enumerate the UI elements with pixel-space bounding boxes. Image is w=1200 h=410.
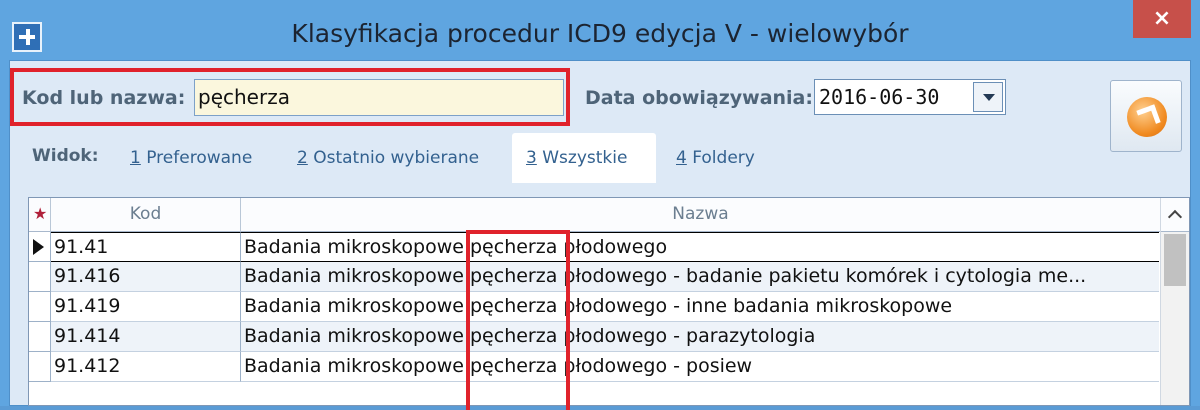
close-button[interactable]: ×	[1133, 0, 1191, 38]
favorites-column-header[interactable]: ★	[29, 198, 51, 232]
row-indicator	[29, 322, 51, 352]
tab-label: Ostatnio wybierane	[307, 148, 480, 168]
results-grid: ★ Kod Nazwa 91.41 Badania mikroskopowe p…	[28, 197, 1190, 406]
title-bar: Klasyfikacja procedur ICD9 edycja V - wi…	[0, 0, 1200, 58]
window-title: Klasyfikacja procedur ICD9 edycja V - wi…	[291, 19, 909, 48]
vertical-scrollbar[interactable]	[1160, 198, 1189, 405]
chevron-down-icon[interactable]	[973, 82, 1003, 112]
orange-arrow-icon	[1127, 97, 1167, 137]
row-indicator	[29, 232, 51, 262]
chevron-up-icon[interactable]	[1161, 198, 1189, 232]
table-row[interactable]: 91.41 Badania mikroskopowe pęcherza płod…	[29, 232, 1159, 262]
date-select[interactable]: 2016-06-30	[814, 79, 1006, 115]
table-row[interactable]: 91.412 Badania mikroskopowe pęcherza pło…	[29, 352, 1159, 382]
search-label: Kod lub nazwa:	[22, 87, 186, 109]
tab-wszystkie[interactable]: 3 Wszystkie	[512, 133, 656, 183]
cell-nazwa: Badania mikroskopowe pęcherza płodowego …	[241, 322, 1159, 352]
column-header-nazwa[interactable]: Nazwa	[241, 198, 1160, 232]
tab-foldery[interactable]: 4 Foldery	[676, 133, 755, 183]
tab-label: Wszystkie	[536, 148, 628, 168]
keyword-highlight-frame	[466, 230, 570, 410]
view-label: Widok:	[32, 146, 99, 166]
tab-label: Preferowane	[140, 148, 253, 168]
tab-key: 2	[297, 148, 308, 168]
table-row[interactable]: 91.416 Badania mikroskopowe pęcherza pło…	[29, 262, 1159, 292]
cell-nazwa: Badania mikroskopowe pęcherza płodowego …	[241, 292, 1159, 322]
cell-nazwa: Badania mikroskopowe pęcherza płodowego …	[241, 352, 1159, 382]
cell-kod: 91.416	[51, 262, 241, 292]
row-indicator	[29, 292, 51, 322]
scroll-thumb[interactable]	[1164, 234, 1186, 286]
row-pointer-icon	[33, 239, 44, 255]
table-row[interactable]: 91.414 Badania mikroskopowe pęcherza pło…	[29, 322, 1159, 352]
tab-key: 4	[676, 148, 687, 168]
action-button[interactable]	[1110, 80, 1182, 152]
tab-ostatnio-wybierane[interactable]: 2 Ostatnio wybierane	[297, 133, 479, 183]
cell-kod: 91.419	[51, 292, 241, 322]
dialog-window: Klasyfikacja procedur ICD9 edycja V - wi…	[0, 0, 1200, 410]
cell-kod: 91.412	[51, 352, 241, 382]
search-input[interactable]: pęcherza	[194, 79, 564, 116]
row-indicator	[29, 262, 51, 292]
table-row[interactable]: 91.419 Badania mikroskopowe pęcherza pło…	[29, 292, 1159, 322]
cell-kod: 91.41	[51, 232, 241, 262]
date-label: Data obowiązywania:	[585, 87, 813, 109]
star-icon: ★	[33, 204, 48, 223]
cell-kod: 91.414	[51, 322, 241, 352]
tab-label: Foldery	[686, 148, 755, 168]
cell-nazwa: Badania mikroskopowe pęcherza płodowego …	[241, 262, 1159, 292]
date-value: 2016-06-30	[819, 85, 940, 109]
row-indicator	[29, 352, 51, 382]
tab-key: 3	[526, 148, 537, 168]
column-header-kod[interactable]: Kod	[51, 198, 241, 232]
tab-key: 1	[130, 148, 141, 168]
cell-nazwa: Badania mikroskopowe pęcherza płodowego	[241, 232, 1159, 262]
tab-preferowane[interactable]: 1 Preferowane	[130, 133, 252, 183]
